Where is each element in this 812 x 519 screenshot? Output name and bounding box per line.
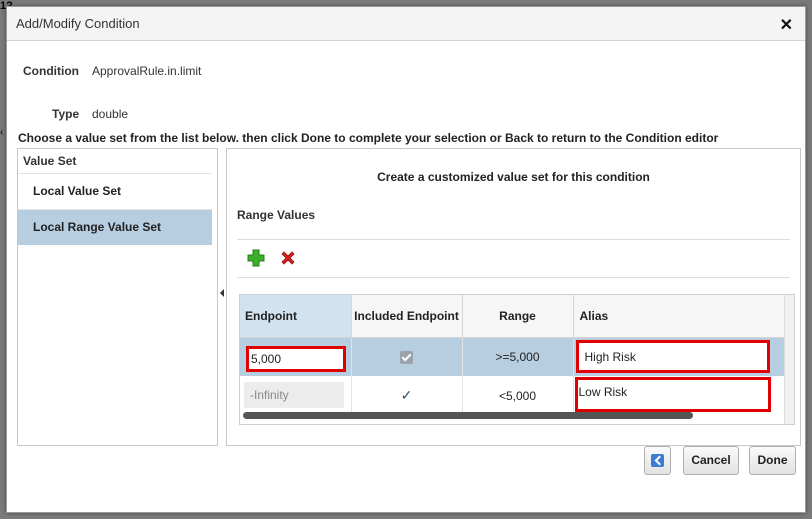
endpoint-input[interactable]: 5,000: [246, 345, 346, 372]
value-set-item-local-range[interactable]: Local Range Value Set: [18, 209, 212, 245]
endpoint-cell: 5,000: [240, 337, 352, 376]
delete-x-icon[interactable]: [279, 249, 297, 267]
horizontal-scrollbar[interactable]: [243, 412, 693, 419]
column-header-range[interactable]: Range: [462, 295, 574, 338]
included-endpoint-cell: ✓: [351, 376, 463, 415]
column-header-endpoint[interactable]: Endpoint: [240, 295, 352, 338]
value-set-item-local[interactable]: Local Value Set: [18, 173, 212, 209]
column-header-included-endpoint[interactable]: Included Endpoint: [351, 295, 463, 338]
collapse-left-icon: [220, 289, 224, 297]
cancel-button[interactable]: Cancel: [683, 446, 739, 475]
type-value: double: [92, 107, 129, 121]
alias-cell: High Risk: [573, 337, 786, 376]
value-set-header: Value Set: [23, 154, 77, 168]
background-caret: ‹: [0, 127, 4, 138]
add-modify-condition-dialog: Add/Modify Condition ✕ Condition Approva…: [6, 6, 806, 513]
plus-icon[interactable]: [247, 249, 265, 267]
alias-value[interactable]: Low Risk: [574, 377, 771, 412]
panel-splitter[interactable]: [219, 283, 226, 303]
column-header-alias[interactable]: Alias: [573, 295, 786, 338]
range-values-table: Endpoint Included Endpoint Range Alias 5…: [239, 294, 795, 425]
included-endpoint-cell: [351, 337, 463, 376]
table-header-row: Endpoint Included Endpoint Range Alias: [240, 295, 786, 338]
endpoint-cell: -Infinity: [240, 376, 352, 415]
value-set-panel: Value Set Local Value Set Local Range Va…: [17, 148, 218, 446]
chevron-left-icon: [651, 454, 664, 467]
condition-value: ApprovalRule.in.limit: [92, 64, 202, 78]
type-label: Type: [52, 107, 80, 121]
range-cell: >=5,000: [462, 337, 574, 376]
alias-input[interactable]: High Risk: [575, 339, 770, 373]
range-cell: <5,000: [462, 376, 574, 415]
instruction-text: Choose a value set from the list below. …: [18, 131, 719, 145]
check-icon: ✓: [400, 387, 413, 403]
done-button[interactable]: Done: [749, 446, 796, 475]
back-button[interactable]: [644, 446, 671, 475]
table-row[interactable]: 5,000 >=5,000 High Risk: [240, 337, 786, 376]
condition-label: Condition: [23, 64, 79, 78]
endpoint-readonly: -Infinity: [244, 382, 344, 408]
dialog-titlebar: Add/Modify Condition ✕: [7, 7, 805, 41]
panel-title: Create a customized value set for this c…: [377, 170, 650, 184]
vertical-scrollbar[interactable]: [784, 295, 794, 424]
divider: [237, 277, 790, 278]
range-value-panel: Create a customized value set for this c…: [226, 148, 801, 446]
included-endpoint-checkbox[interactable]: [400, 350, 413, 364]
divider: [237, 239, 790, 240]
range-values-label: Range Values: [237, 208, 316, 222]
alias-cell: Low Risk: [573, 376, 786, 415]
table-row[interactable]: -Infinity ✓ <5,000 Low Risk: [240, 376, 786, 415]
dialog-title: Add/Modify Condition: [16, 16, 140, 31]
close-icon[interactable]: ✕: [780, 15, 793, 35]
